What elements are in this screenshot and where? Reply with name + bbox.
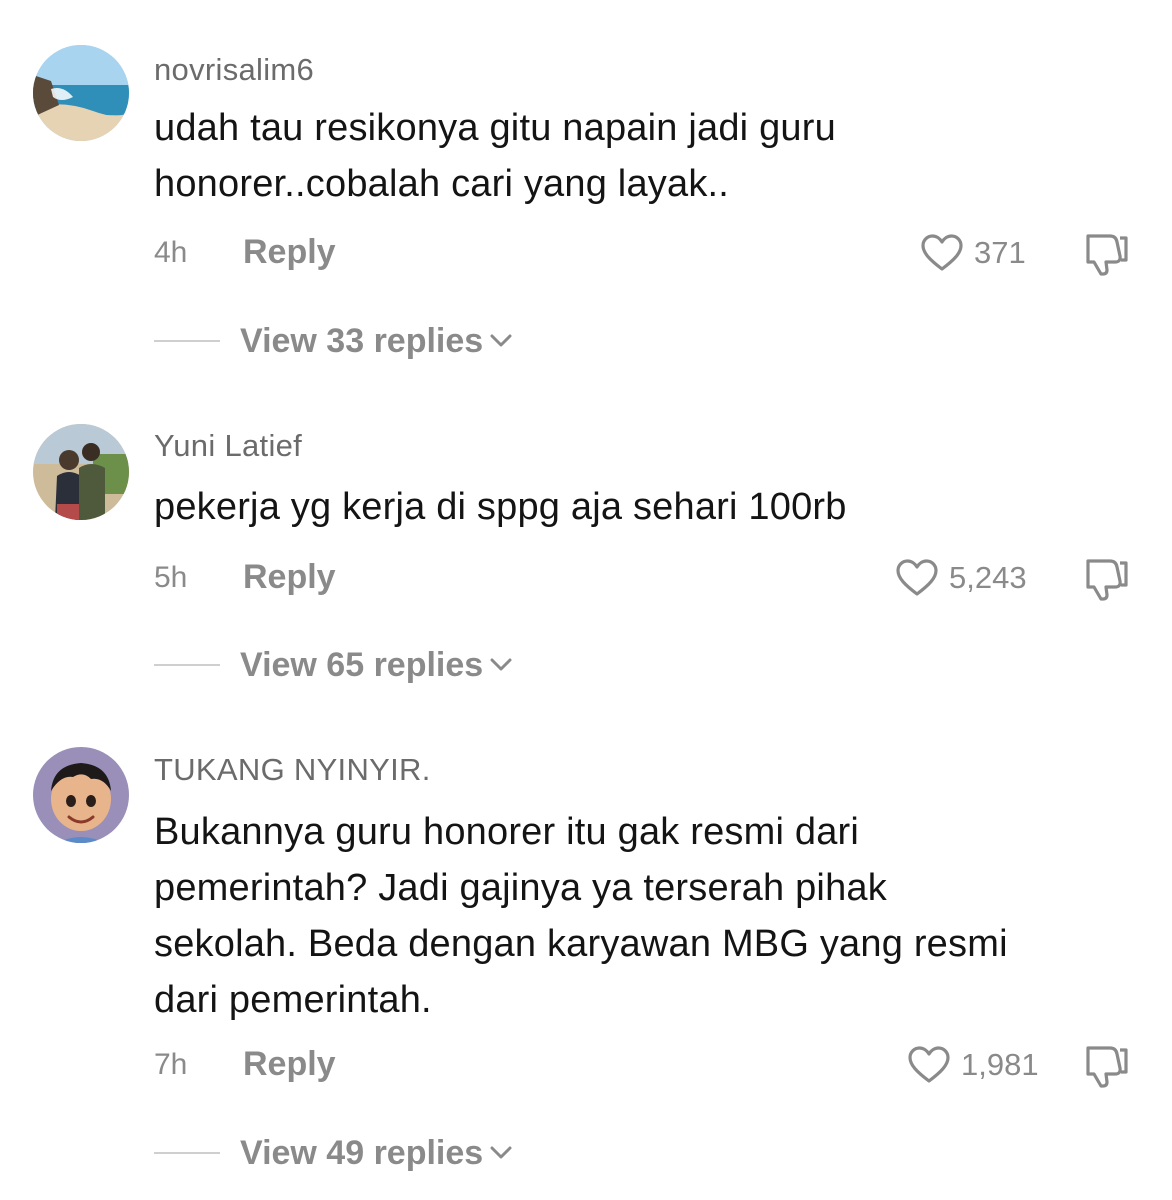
comment-text: Bukannya guru honorer itu gak resmi dari… [154,804,1134,1028]
reply-button[interactable]: Reply [243,233,336,272]
view-replies-button[interactable]: View 49 replies [154,1131,513,1175]
like-button[interactable]: 1,981 [907,1040,1039,1090]
comment-text-line: pekerja yg kerja di sppg aja sehari 100r… [154,486,847,528]
like-button[interactable]: 5,243 [895,553,1027,603]
comment-username[interactable]: TUKANG NYINYIR. [154,752,431,788]
like-button[interactable]: 371 [920,228,1026,278]
dislike-icon[interactable] [1080,1042,1130,1088]
heart-icon [921,234,963,271]
comment-text-line: sekolah. Beda dengan karyawan MBG yang r… [154,923,1008,965]
comment-text-line: Bukannya guru honorer itu gak resmi dari [154,811,860,853]
comment-username[interactable]: novrisalim6 [154,52,314,88]
divider [154,340,220,342]
like-count: 1,981 [961,1047,1039,1082]
reply-button[interactable]: Reply [243,558,336,597]
divider [154,1152,220,1154]
dislike-icon[interactable] [1080,230,1130,276]
view-replies-label: View 33 replies [240,321,484,360]
comment-meta: 5h Reply 5,243 [0,553,1172,603]
comment-username[interactable]: Yuni Latief [154,428,302,464]
comment-meta: 7h Reply 1,981 [0,1040,1172,1090]
chevron-down-icon [490,1146,512,1159]
like-count: 371 [974,235,1026,270]
couple-photo-avatar[interactable] [33,424,129,520]
beach-avatar[interactable] [33,45,129,141]
comment-text-line: udah tau resikonya gitu napain jadi guru [154,107,836,149]
comment-text-line: dari pemerintah. [154,979,432,1021]
chevron-down-icon [490,658,512,671]
view-replies-label: View 65 replies [240,645,484,684]
cartoon-boy-avatar[interactable] [33,747,129,843]
comment-meta: 4h Reply 371 [0,228,1172,278]
comment-text: pekerja yg kerja di sppg aja sehari 100r… [154,479,1134,535]
heart-icon [908,1046,950,1083]
reply-button[interactable]: Reply [243,1045,336,1084]
comment-text: udah tau resikonya gitu napain jadi guru… [154,100,1134,212]
like-count: 5,243 [949,560,1027,595]
heart-icon [896,559,938,596]
divider [154,664,220,666]
comment-time: 7h [154,1048,188,1081]
comment-time: 4h [154,236,188,269]
comment-text-line: pemerintah? Jadi gajinya ya terserah pih… [154,867,887,909]
comment-time: 5h [154,561,188,594]
dislike-icon[interactable] [1080,555,1130,601]
view-replies-button[interactable]: View 65 replies [154,643,513,687]
comment-text-line: honorer..cobalah cari yang layak.. [154,163,730,205]
view-replies-label: View 49 replies [240,1133,484,1172]
chevron-down-icon [490,334,512,347]
view-replies-button[interactable]: View 33 replies [154,319,513,363]
